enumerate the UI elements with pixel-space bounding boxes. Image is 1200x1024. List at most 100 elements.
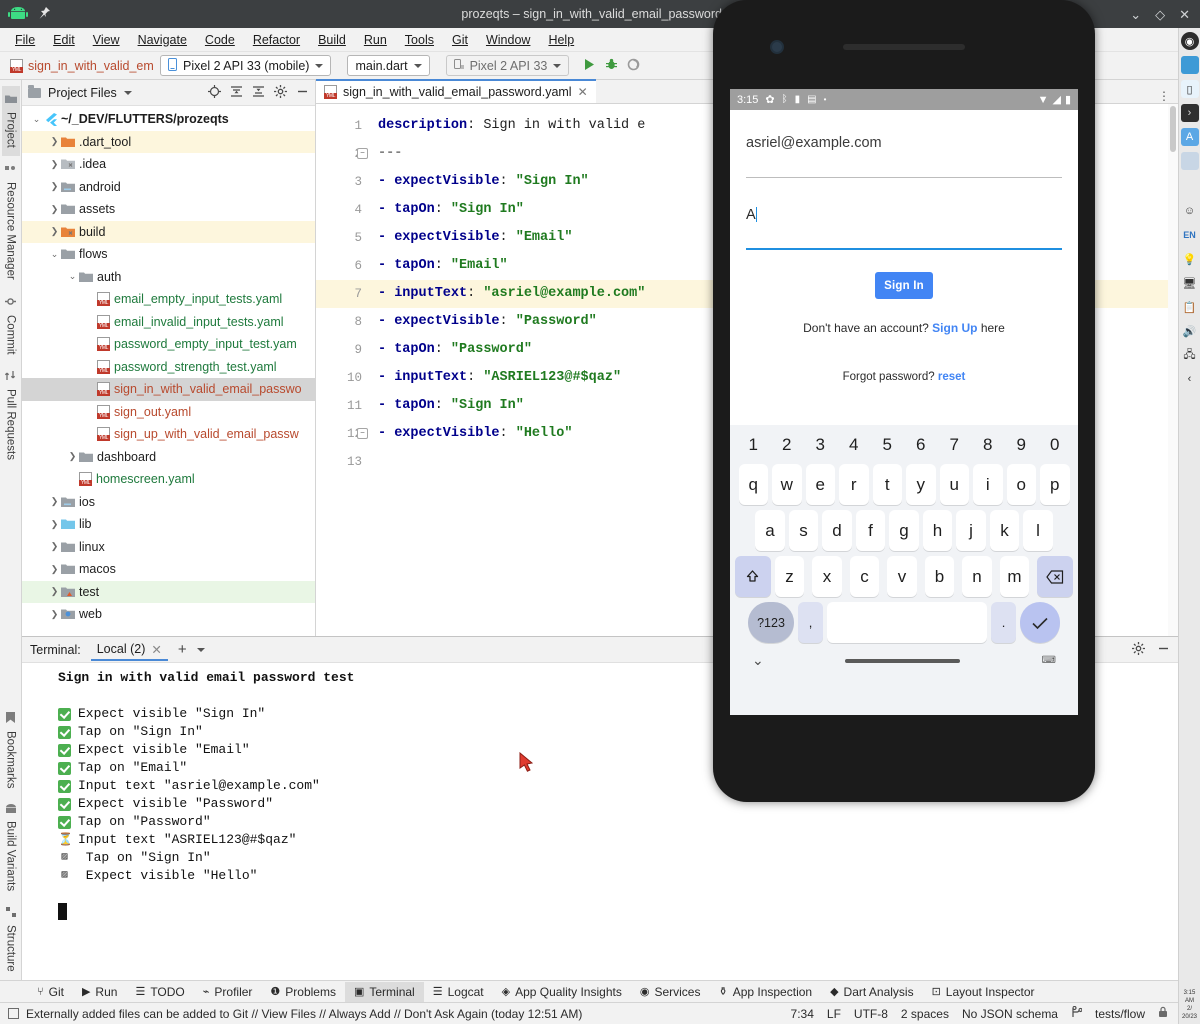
number-key-6[interactable]: 6 — [906, 431, 936, 459]
android-emulator-window[interactable]: 3:15 ✿ ᛒ ▮ ▤ • ▼ ◢ ▮ asriel@example.com … — [713, 0, 1095, 802]
tool-window-profiler[interactable]: ⌁ Profiler — [194, 982, 262, 1002]
menu-tools[interactable]: Tools — [396, 31, 443, 49]
menu-help[interactable]: Help — [539, 31, 583, 49]
letter-key-w[interactable]: w — [772, 464, 802, 505]
folder-icon[interactable] — [1180, 56, 1199, 74]
keyboard-row-1[interactable]: qwertyuiop — [734, 464, 1074, 505]
chevron-right-icon[interactable]: ❯ — [48, 159, 61, 170]
code-fold-toggle[interactable]: − — [357, 148, 368, 159]
tree-node-macos[interactable]: ❯ macos — [22, 558, 315, 581]
number-key-9[interactable]: 9 — [1007, 431, 1037, 459]
number-key-0[interactable]: 0 — [1040, 431, 1070, 459]
git-branch-label[interactable]: tests/flow — [1095, 1007, 1145, 1021]
tree-node-password-empty-input-test-yam[interactable]: password_empty_input_test.yam — [22, 333, 315, 356]
reset-password-link[interactable]: reset — [938, 371, 966, 383]
letter-key-a[interactable]: a — [755, 510, 785, 551]
letter-key-q[interactable]: q — [738, 464, 768, 505]
tree-node-sign-out-yaml[interactable]: sign_out.yaml — [22, 401, 315, 424]
sidebar-item-project[interactable]: Project — [1, 86, 20, 156]
letter-key-b[interactable]: b — [924, 556, 955, 597]
tree-node-auth[interactable]: ⌄ auth — [22, 266, 315, 289]
tree-node-sign-up-with-valid-email-passw[interactable]: sign_up_with_valid_email_passw — [22, 423, 315, 446]
minimize-button[interactable]: ⌄ — [1130, 8, 1141, 21]
sidebar-item-bookmarks[interactable]: Bookmarks — [2, 704, 20, 797]
number-key-3[interactable]: 3 — [806, 431, 836, 459]
tree-node-password-strength-test-yaml[interactable]: password_strength_test.yaml — [22, 356, 315, 379]
keyboard-number-row[interactable]: 1234567890 — [734, 431, 1074, 459]
minus-icon[interactable] — [296, 85, 309, 101]
gear-icon[interactable] — [1132, 641, 1145, 658]
menu-build[interactable]: Build — [309, 31, 355, 49]
letter-key-k[interactable]: k — [989, 510, 1020, 551]
letter-key-j[interactable]: j — [956, 510, 986, 551]
tool-window-services[interactable]: ◉ Services — [631, 982, 710, 1002]
sign-in-button[interactable]: Sign In — [875, 272, 933, 299]
run-configuration-selector[interactable]: sign_in_with_valid_emai — [4, 57, 154, 75]
caret-position[interactable]: 7:34 — [791, 1007, 814, 1021]
sidebar-item-resource-manager[interactable]: Resource Manager — [2, 156, 20, 288]
tree-node-sign-in-with-valid-email-passwo[interactable]: sign_in_with_valid_email_passwo — [22, 378, 315, 401]
device-icon[interactable]: ▯ — [1180, 80, 1199, 98]
chevron-right-icon[interactable]: ❯ — [48, 136, 61, 147]
tree-node-homescreen-yaml[interactable]: homescreen.yaml — [22, 468, 315, 491]
tree-node-assets[interactable]: ❯ assets — [22, 198, 315, 221]
menu-window[interactable]: Window — [477, 31, 539, 49]
volume-icon[interactable]: 🔊 — [1181, 322, 1199, 340]
expand-all-icon[interactable] — [230, 85, 243, 101]
tool-window-app-quality-insights[interactable]: ◈ App Quality Insights — [493, 982, 631, 1002]
chevron-down-icon[interactable]: ⌄ — [48, 249, 61, 260]
check-icon[interactable] — [1020, 602, 1060, 643]
lock-icon[interactable] — [1158, 1006, 1168, 1021]
tree-node-flows[interactable]: ⌄ flows — [22, 243, 315, 266]
letter-key-s[interactable]: s — [788, 510, 819, 551]
home-indicator[interactable] — [845, 658, 961, 663]
gear-icon[interactable] — [274, 84, 287, 101]
display-icon[interactable]: 🖥 — [1181, 274, 1199, 292]
language-indicator[interactable]: EN — [1181, 226, 1199, 244]
number-key-7[interactable]: 7 — [940, 431, 970, 459]
maximize-button[interactable]: ◇ — [1155, 8, 1165, 21]
letter-key-v[interactable]: v — [887, 556, 917, 597]
tree-node-test[interactable]: ❯ test — [22, 580, 315, 603]
clipboard-icon[interactable]: 📋 — [1181, 298, 1199, 316]
menu-git[interactable]: Git — [443, 31, 477, 49]
letter-key-x[interactable]: x — [812, 556, 842, 597]
collapse-all-icon[interactable] — [252, 85, 265, 101]
tool-window-dart-analysis[interactable]: ◆ Dart Analysis — [821, 982, 923, 1002]
sign-up-link[interactable]: Sign Up — [932, 321, 977, 335]
letter-key-t[interactable]: t — [872, 464, 902, 505]
letter-key-u[interactable]: u — [939, 464, 969, 505]
chevron-down-icon[interactable] — [196, 647, 205, 652]
letter-key-y[interactable]: y — [906, 464, 936, 505]
phone-screen[interactable]: 3:15 ✿ ᛒ ▮ ▤ • ▼ ◢ ▮ asriel@example.com … — [730, 89, 1078, 715]
ubuntu-logo-icon[interactable]: ◉ — [1180, 32, 1199, 50]
minus-icon[interactable] — [1157, 642, 1170, 658]
sidebar-item-commit[interactable]: Commit — [2, 288, 20, 363]
tree-node-email-invalid-input-tests-yaml[interactable]: email_invalid_input_tests.yaml — [22, 311, 315, 334]
sidebar-item-build-variants[interactable]: Build Variants — [2, 796, 20, 899]
letter-key-r[interactable]: r — [839, 464, 869, 505]
ideas-icon[interactable]: 💡 — [1181, 250, 1199, 268]
tool-window-run[interactable]: ▶ Run — [73, 982, 126, 1002]
chevron-right-icon[interactable]: ❯ — [48, 226, 61, 237]
letter-key-e[interactable]: e — [805, 464, 835, 505]
menu-view[interactable]: View — [84, 31, 129, 49]
tree-node-build[interactable]: ❯ build — [22, 220, 315, 243]
number-key-5[interactable]: 5 — [873, 431, 903, 459]
letter-key-o[interactable]: o — [1006, 464, 1036, 505]
json-schema-status[interactable]: No JSON schema — [962, 1007, 1058, 1021]
target-device-selector[interactable]: Pixel 2 API 33 — [445, 55, 570, 76]
more-tabs-icon[interactable]: ⋮ — [1158, 89, 1170, 103]
tree-node--dev-flutters-prozeqts[interactable]: ⌄ ~/_DEV/FLUTTERS/prozeqts — [22, 108, 315, 131]
menu-refactor[interactable]: Refactor — [244, 31, 309, 49]
close-button[interactable]: ✕ — [1179, 8, 1190, 21]
password-field[interactable]: A — [746, 196, 1062, 250]
screenshot-icon[interactable] — [1180, 152, 1199, 170]
keyboard-row-2[interactable]: asdfghjkl — [734, 510, 1074, 551]
chevron-down-icon[interactable]: ⌄ — [752, 652, 764, 669]
sidebar-item-structure[interactable]: Structure — [2, 899, 20, 980]
tool-window-layout-inspector[interactable]: ⊡ Layout Inspector — [923, 982, 1044, 1002]
backspace-icon[interactable] — [1037, 556, 1074, 597]
tool-window-terminal[interactable]: ▣ Terminal — [344, 981, 424, 1002]
indent-setting[interactable]: 2 spaces — [901, 1007, 949, 1021]
